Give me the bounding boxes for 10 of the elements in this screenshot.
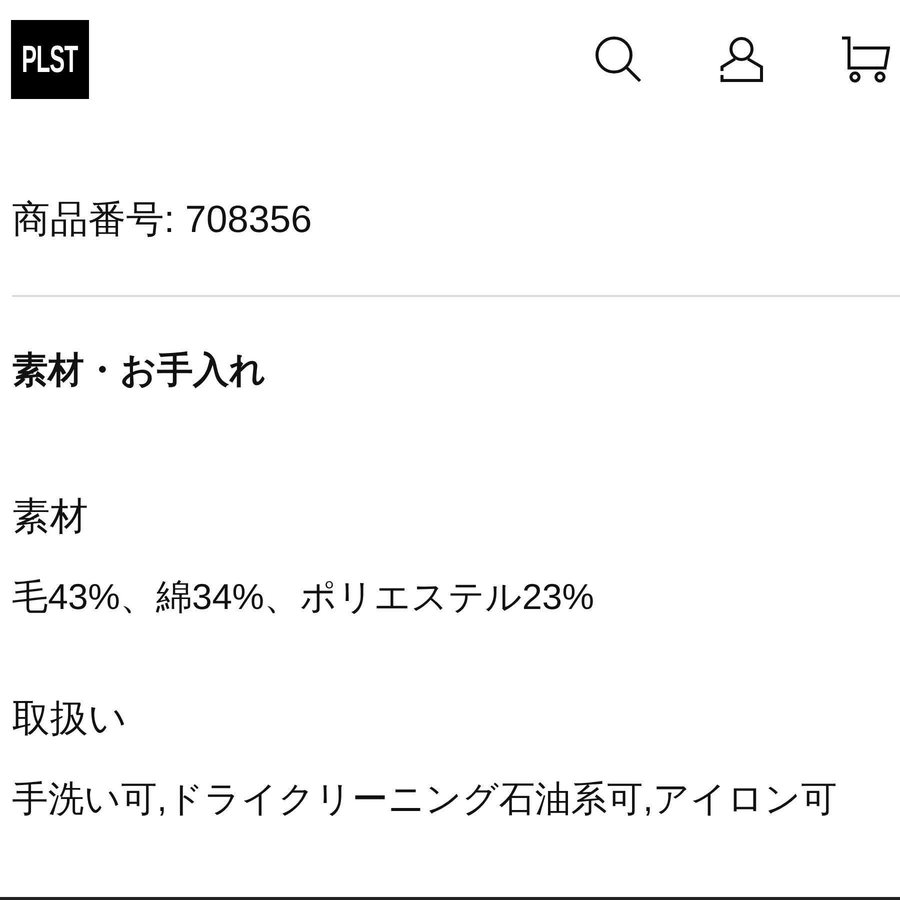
product-number: 商品番号: 708356 — [12, 198, 312, 243]
logo[interactable]: PLST — [11, 20, 89, 99]
attribute-value: 手洗い可,ドライクリーニング石油系可,アイロン可 — [12, 777, 838, 821]
user-icon[interactable] — [720, 37, 763, 82]
attribute-label: 素材 — [12, 495, 88, 540]
search-icon[interactable] — [595, 36, 642, 83]
section-title: 素材・お手入れ — [12, 348, 266, 392]
cart-icon[interactable] — [841, 36, 890, 83]
attribute-value: 毛43%、綿34%、ポリエステル23% — [12, 575, 594, 619]
attribute-label: 取扱い — [12, 697, 127, 742]
